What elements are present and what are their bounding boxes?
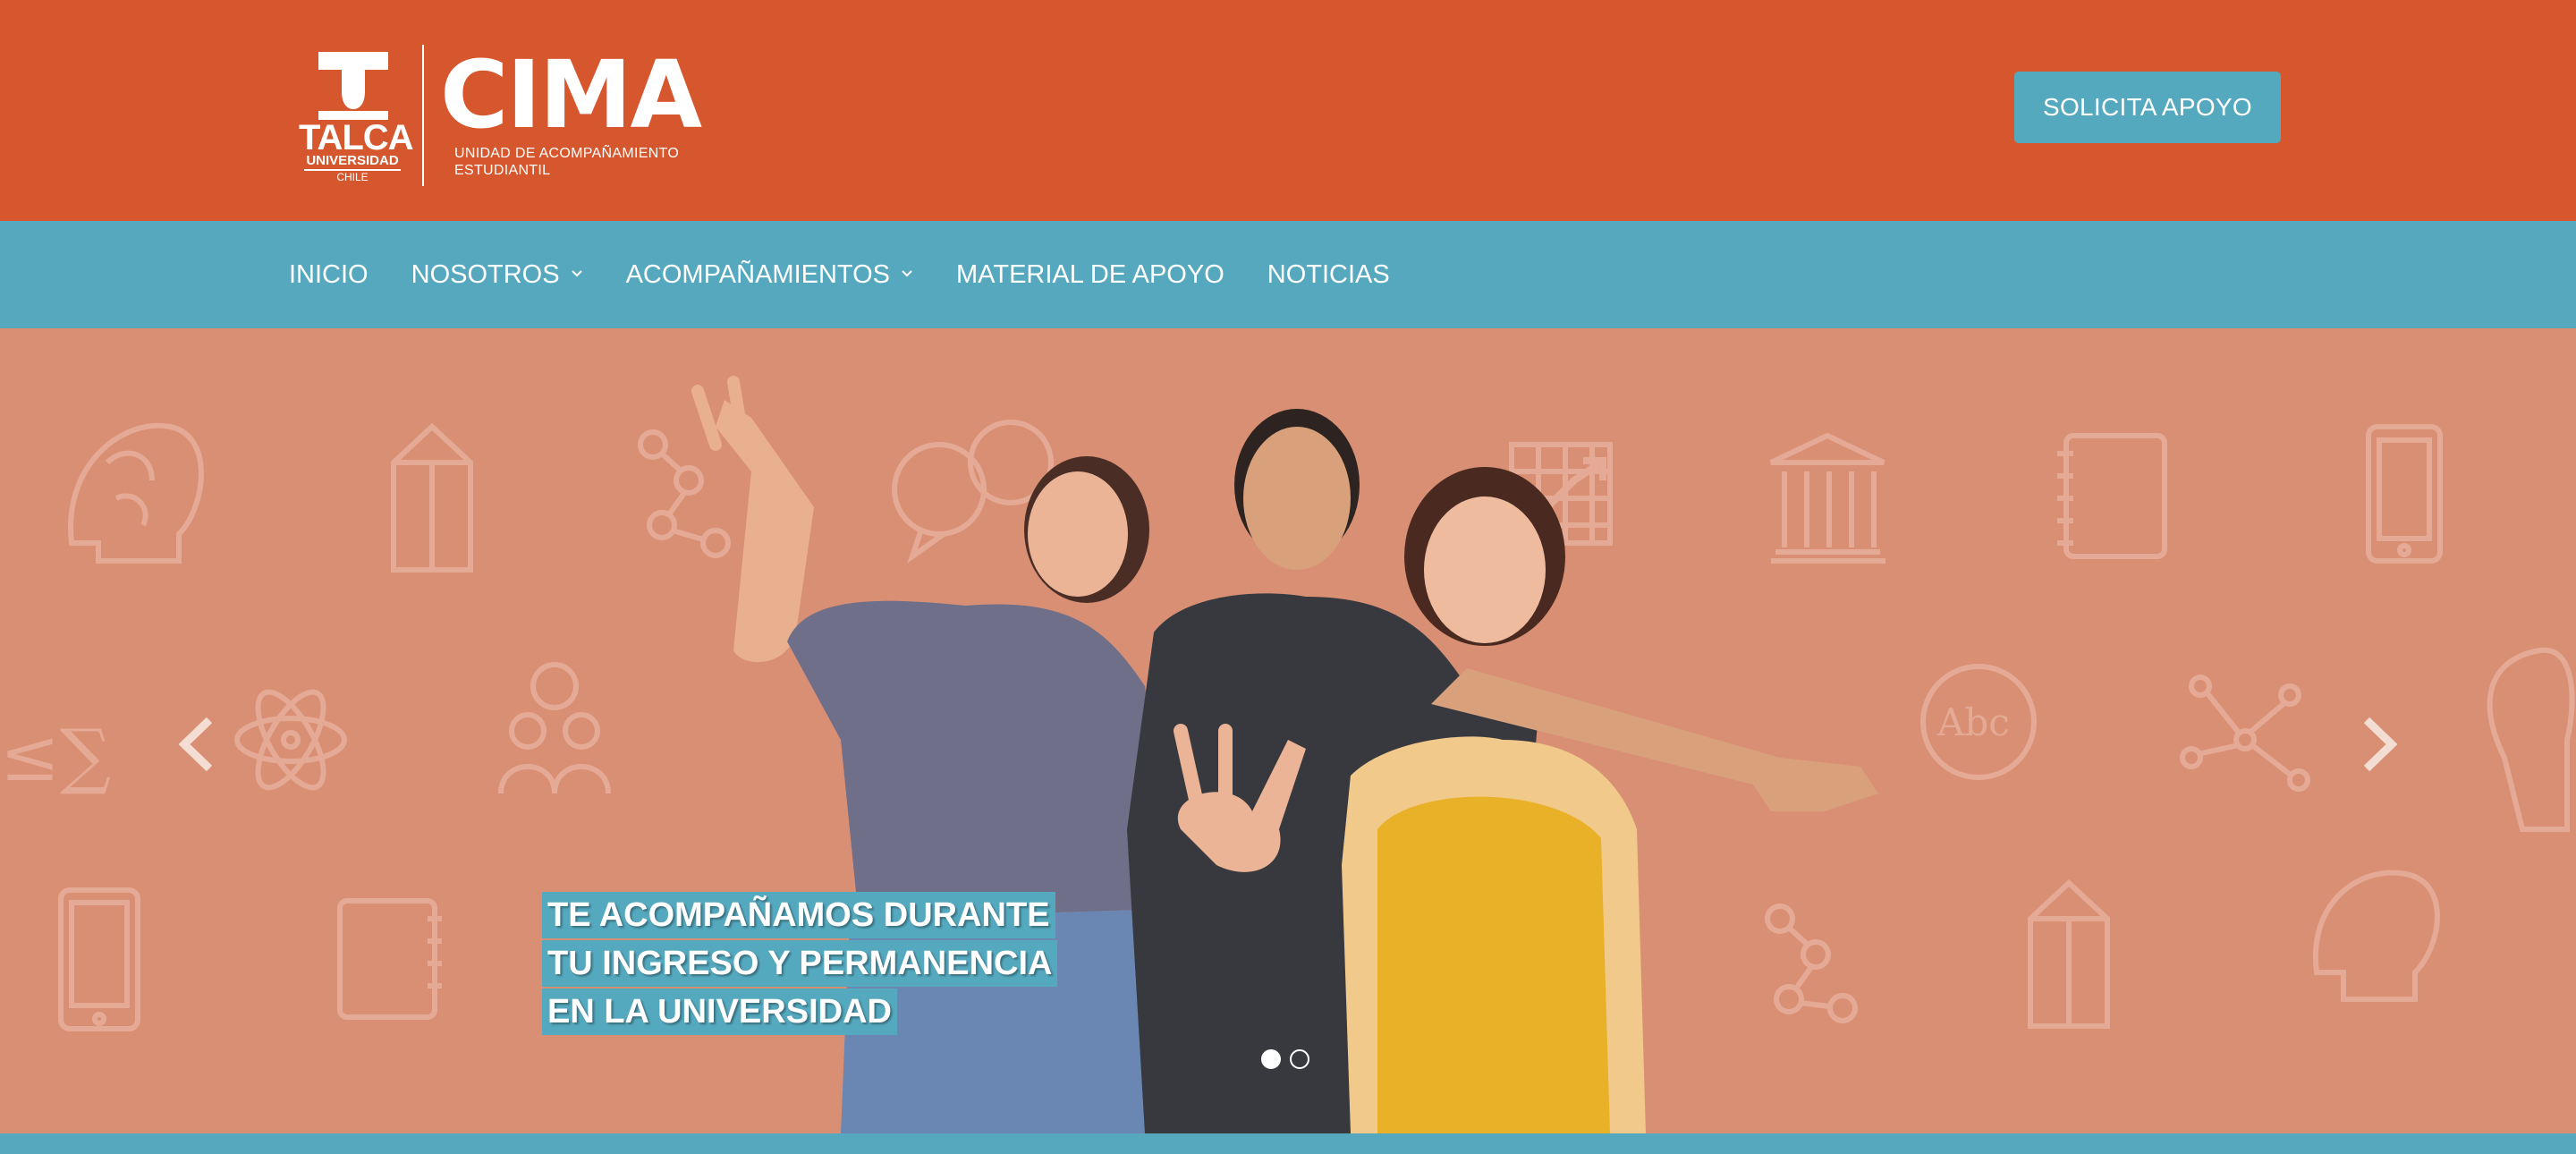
brain-head-icon <box>2312 870 2440 1002</box>
hero-caption-line: EN LA UNIVERSIDAD <box>542 989 897 1035</box>
hero-caption-line: TU INGRESO Y PERMANENCIA <box>542 940 1058 987</box>
site-header: TALCA UNIVERSIDAD CHILE CIMA UNIDAD DE A… <box>0 0 2576 221</box>
brain-head-icon <box>68 422 204 564</box>
pencil-icon <box>391 422 473 573</box>
bottom-accent-bar <box>0 1133 2576 1154</box>
cima-logo[interactable]: CIMA UNIDAD DE ACOMPAÑAMIENTO ESTUDIANTI… <box>440 40 702 179</box>
nav-list: INICIO NOSOTROS ACOMPAÑAMIENTOS MATERIAL… <box>289 221 1433 328</box>
logo-divider <box>422 45 424 186</box>
brand-name: CIMA <box>440 40 702 149</box>
hero-slider: ≤∑ Abc TE ACOMPAÑAMOS DURANTE TU INGRESO… <box>0 328 2576 1133</box>
chevron-down-icon <box>571 270 582 277</box>
main-nav: INICIO NOSOTROS ACOMPAÑAMIENTOS MATERIAL… <box>0 221 2576 328</box>
solicita-apoyo-button[interactable]: SOLICITA APOYO <box>2014 72 2281 143</box>
phone-icon <box>2366 424 2443 564</box>
nav-item-label: ACOMPAÑAMIENTOS <box>625 259 891 289</box>
group-people-icon <box>498 662 611 794</box>
atom-icon <box>234 689 347 791</box>
nav-item-label: NOTICIAS <box>1267 259 1390 289</box>
network-icon <box>2180 675 2310 792</box>
slider-dot-2[interactable] <box>1290 1049 1309 1069</box>
phone-icon <box>58 887 140 1031</box>
nav-item-material-de-apoyo[interactable]: MATERIAL DE APOYO <box>956 260 1224 290</box>
hero-caption-line: TE ACOMPAÑAMOS DURANTE <box>542 892 1055 938</box>
nav-item-label: MATERIAL DE APOYO <box>956 259 1224 289</box>
chevron-down-icon <box>902 270 912 277</box>
nav-item-noticias[interactable]: NOTICIAS <box>1267 260 1390 290</box>
nav-item-acompanamientos[interactable]: ACOMPAÑAMIENTOS <box>626 260 913 290</box>
slider-dot-1[interactable] <box>1261 1049 1281 1069</box>
nav-item-nosotros[interactable]: NOSOTROS <box>411 260 583 290</box>
brand-subtitle: UNIDAD DE ACOMPAÑAMIENTO ESTUDIANTIL <box>454 145 700 179</box>
brand-subtitle-line2: ESTUDIANTIL <box>454 163 551 178</box>
slider-next-arrow-icon[interactable] <box>2351 713 2404 776</box>
university-line2: UNIVERSIDAD <box>304 154 401 171</box>
slider-prev-arrow-icon[interactable] <box>172 713 225 776</box>
university-line3: CHILE <box>336 171 369 183</box>
hero-caption: TE ACOMPAÑAMOS DURANTE TU INGRESO Y PERM… <box>542 892 1058 1037</box>
nav-item-label: NOSOTROS <box>411 259 560 289</box>
math-symbols-icon: ≤∑ <box>0 714 111 797</box>
svg-text:≤∑: ≤∑ <box>0 714 111 797</box>
brand-subtitle-line1: UNIDAD DE ACOMPAÑAMIENTO <box>454 146 680 161</box>
nav-item-label: INICIO <box>289 259 369 289</box>
slider-pagination <box>1261 1049 1318 1069</box>
nav-item-inicio[interactable]: INICIO <box>289 260 369 290</box>
university-name: TALCA <box>299 118 414 157</box>
notebook-icon <box>337 898 442 1020</box>
university-t-icon <box>318 52 388 120</box>
brain-head-icon <box>2487 647 2575 832</box>
university-logo[interactable]: TALCA UNIVERSIDAD CHILE <box>299 48 414 183</box>
